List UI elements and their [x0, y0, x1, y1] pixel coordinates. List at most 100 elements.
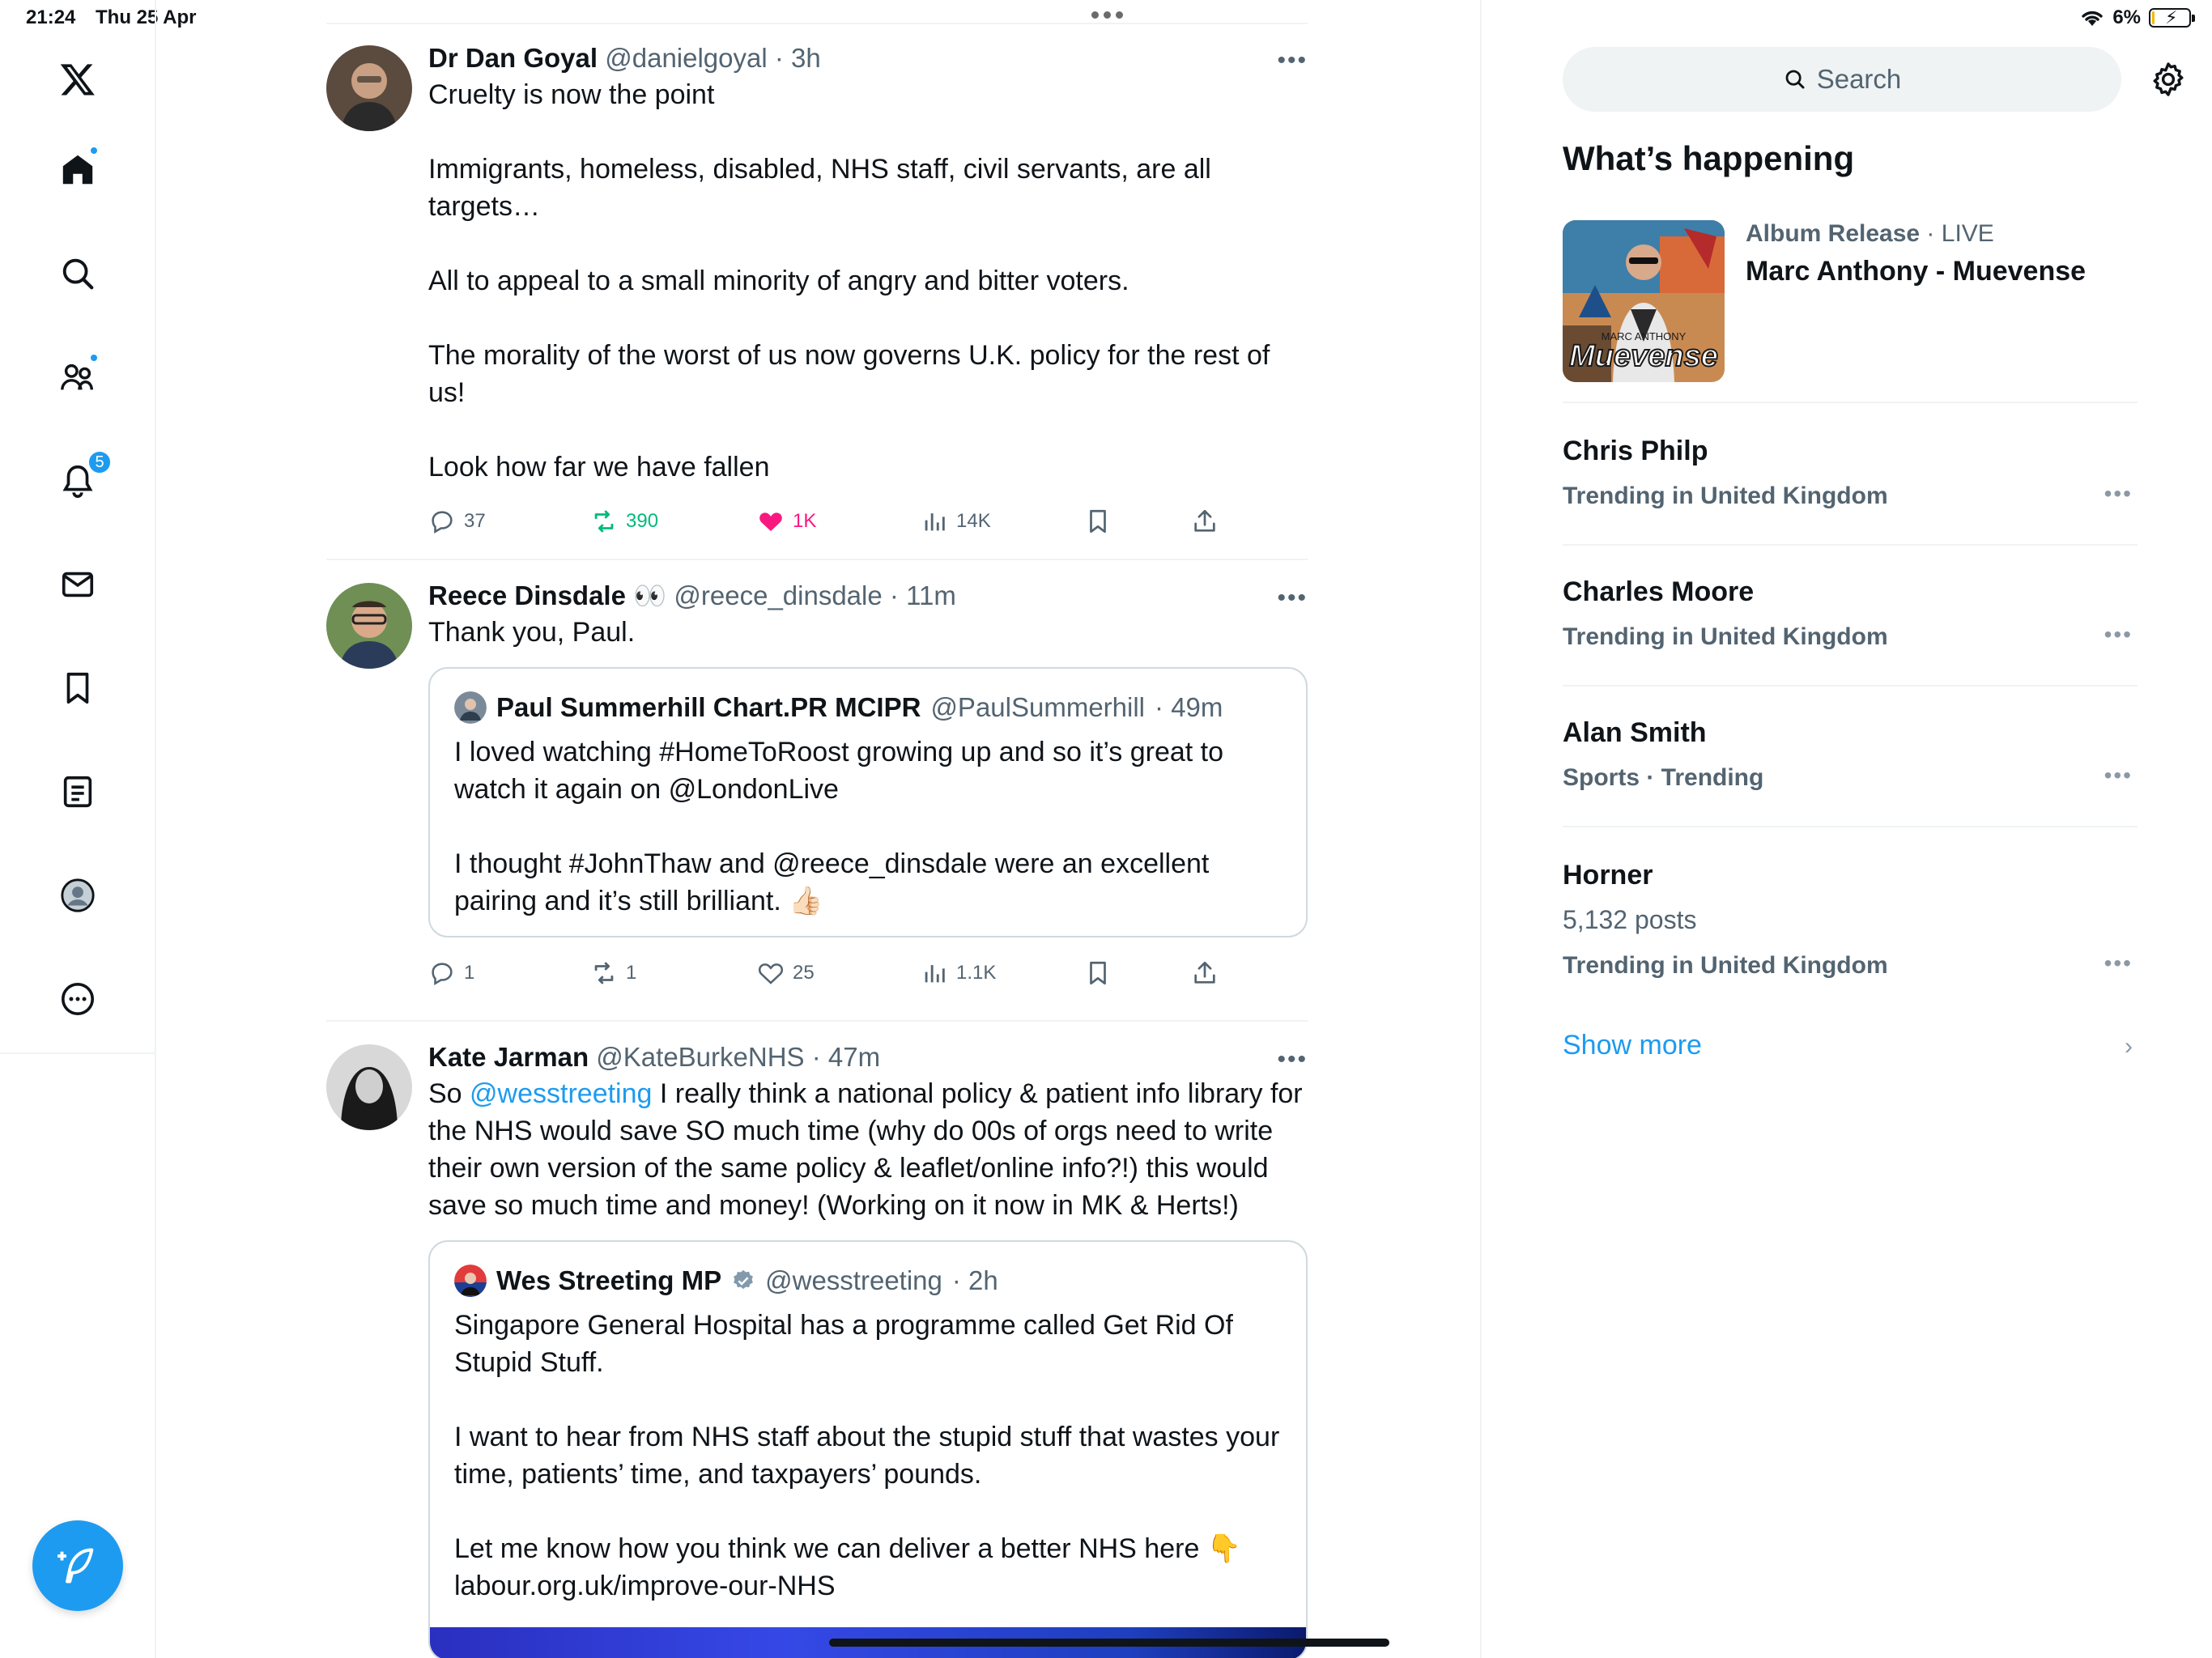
home-icon[interactable] — [52, 144, 104, 196]
trend-item[interactable]: Alan Smith Sports · Trending ••• — [1563, 685, 2138, 826]
like-count: 25 — [793, 962, 815, 984]
search-input[interactable]: Search — [1563, 47, 2121, 112]
tweet-more-options[interactable]: ••• — [1277, 47, 1308, 74]
chevron-right-icon: › — [2125, 1033, 2133, 1060]
avatar[interactable] — [326, 45, 412, 131]
like-count: 1K — [793, 510, 817, 532]
multitasking-handle[interactable] — [1091, 11, 1123, 19]
trend-context: Sports · Trending — [1563, 764, 1764, 791]
bookmarks-icon[interactable] — [52, 662, 104, 714]
tweet[interactable]: Kate Jarman @KateBurkeNHS · 47m So @wess… — [326, 1022, 1308, 1658]
like-button[interactable]: 1K — [757, 497, 816, 546]
home-indicator[interactable] — [829, 1639, 1389, 1647]
search-icon — [1785, 70, 1805, 89]
trend-context: Trending in United Kingdom — [1563, 952, 1888, 979]
quoted-author-name[interactable]: Wes Streeting MP — [496, 1263, 721, 1299]
author-name[interactable]: Kate Jarman — [428, 1042, 589, 1072]
trend-context: Trending in United Kingdom — [1563, 483, 1888, 509]
album-title[interactable]: Marc Anthony - Muevense — [1746, 256, 2086, 287]
settings-gear-icon[interactable] — [2149, 60, 2188, 99]
tweet-actions: 1 1 25 1.1K — [428, 949, 1308, 997]
avatar[interactable] — [326, 583, 412, 669]
profile-avatar-icon[interactable] — [52, 869, 104, 921]
reply-button[interactable]: 1 — [428, 949, 474, 997]
analytics-icon — [925, 513, 945, 531]
reply-count: 1 — [464, 962, 475, 984]
repost-button[interactable]: 1 — [590, 949, 636, 997]
tweet[interactable]: Dr Dan Goyal @danielgoyal · 3h Cruelty i… — [326, 23, 1308, 560]
quoted-tweet[interactable]: Paul Summerhill Chart.PR MCIPR @PaulSumm… — [428, 667, 1308, 937]
tweet[interactable]: Reece Dinsdale 👀 @reece_dinsdale · 11m T… — [326, 560, 1308, 1022]
communities-unread-dot — [89, 353, 99, 363]
trend-context: Trending in United Kingdom — [1563, 623, 1888, 650]
x-logo-icon[interactable] — [52, 53, 104, 105]
trend-item[interactable]: Horner 5,132 posts Trending in United Ki… — [1563, 826, 2138, 1012]
quoted-tweet-text: Singapore General Hospital has a program… — [454, 1310, 1280, 1601]
trend-name: Alan Smith — [1563, 717, 1707, 748]
notifications-count-badge: 5 — [87, 450, 112, 474]
author-handle[interactable]: @danielgoyal — [605, 43, 767, 73]
quoted-author-name[interactable]: Paul Summerhill Chart.PR MCIPR — [496, 690, 921, 725]
album-art-image[interactable]: MARC ANTHONY Muevense — [1563, 220, 1725, 382]
author-name[interactable]: Dr Dan Goyal — [428, 43, 598, 73]
more-options-icon[interactable] — [52, 973, 104, 1025]
repost-icon — [594, 510, 614, 533]
messages-envelope-icon[interactable] — [52, 559, 104, 610]
like-button[interactable]: 25 — [757, 949, 815, 997]
author-handle[interactable]: @reece_dinsdale — [674, 580, 882, 610]
bookmark-button[interactable] — [1084, 949, 1112, 997]
tweet-text-prefix: So — [428, 1078, 470, 1109]
author-name[interactable]: Reece Dinsdale 👀 — [428, 580, 666, 610]
quoted-author-handle[interactable]: @wesstreeting — [765, 1263, 942, 1299]
communities-icon[interactable] — [52, 351, 104, 403]
quoted-tweet-header: Paul Summerhill Chart.PR MCIPR @PaulSumm… — [454, 690, 1282, 725]
trend-more-options[interactable]: ••• — [2104, 481, 2133, 507]
views-button[interactable]: 1.1K — [921, 949, 996, 997]
reply-count: 37 — [464, 510, 486, 532]
reply-button[interactable]: 37 — [428, 497, 486, 546]
views-button[interactable]: 14K — [921, 497, 991, 546]
nav-divider — [0, 1052, 156, 1054]
show-more-link[interactable]: Show more › — [1563, 1030, 2138, 1070]
trend-more-options[interactable]: ••• — [2104, 763, 2133, 789]
trend-name: Charles Moore — [1563, 576, 1755, 607]
compose-feather-icon — [57, 1548, 94, 1584]
share-button[interactable] — [1191, 949, 1219, 997]
heart-icon — [758, 963, 784, 984]
trend-item[interactable]: Chris Philp Trending in United Kingdom •… — [1563, 402, 2138, 544]
avatar[interactable] — [326, 1044, 412, 1130]
tweet-more-options[interactable]: ••• — [1277, 1046, 1308, 1073]
compose-post-button[interactable] — [32, 1520, 123, 1611]
analytics-icon — [925, 965, 945, 983]
left-navigation: 5 — [0, 0, 156, 1658]
author-handle[interactable]: @KateBurkeNHS — [596, 1042, 804, 1072]
tweet-more-options[interactable]: ••• — [1277, 585, 1308, 612]
quoted-author-handle[interactable]: @PaulSummerhill — [930, 690, 1145, 725]
quoted-tweet-header: Wes Streeting MP @wesstreeting · 2h — [454, 1263, 1282, 1299]
tweet-header: Kate Jarman @KateBurkeNHS · 47m — [428, 1039, 1308, 1075]
repost-button[interactable]: 390 — [590, 497, 658, 546]
bookmark-button[interactable] — [1084, 497, 1112, 546]
explore-search-icon[interactable] — [52, 248, 104, 300]
tweet-time[interactable]: · 11m — [890, 580, 956, 610]
quoted-tweet[interactable]: Wes Streeting MP @wesstreeting · 2h Singa… — [428, 1240, 1308, 1658]
tweet-text: Thank you, Paul. — [428, 617, 636, 648]
trend-name: Chris Philp — [1563, 436, 1708, 466]
reply-icon — [432, 963, 453, 986]
tweet-time[interactable]: · 47m — [812, 1042, 880, 1072]
share-button[interactable] — [1191, 497, 1219, 546]
lists-icon[interactable] — [52, 766, 104, 818]
reply-icon — [432, 511, 453, 534]
mention-link[interactable]: @wesstreeting — [470, 1078, 652, 1109]
trend-more-options[interactable]: ••• — [2104, 622, 2133, 648]
trend-album-release[interactable]: MARC ANTHONY Muevense Album Release · LI… — [1563, 220, 2138, 382]
quoted-avatar[interactable] — [454, 1265, 487, 1297]
trend-item[interactable]: Charles Moore Trending in United Kingdom… — [1563, 544, 2138, 685]
bookmark-icon — [1090, 961, 1106, 985]
notifications-bell-icon[interactable]: 5 — [52, 450, 112, 507]
tweet-time[interactable]: · 3h — [775, 43, 821, 73]
quoted-avatar[interactable] — [454, 691, 487, 724]
timeline-feed[interactable]: Dr Dan Goyal @danielgoyal · 3h Cruelty i… — [326, 23, 1308, 1658]
tweet-actions: 37 390 1K 14K — [428, 497, 1308, 546]
trend-more-options[interactable]: ••• — [2104, 950, 2133, 976]
